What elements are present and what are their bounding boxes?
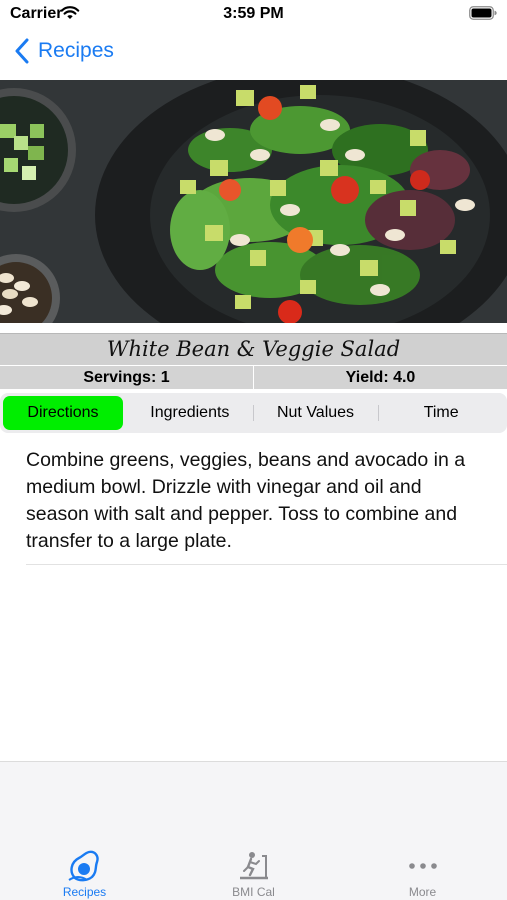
- directions-text: Combine greens, veggies, beans and avoca…: [26, 449, 466, 552]
- servings-label: Servings: 1: [83, 369, 170, 386]
- status-bar: Carrier 3:59 PM: [0, 0, 507, 30]
- divider: [26, 564, 507, 565]
- back-button-label: Recipes: [38, 39, 114, 62]
- tab-bar-label-recipes: Recipes: [62, 885, 107, 899]
- tab-bar-label-bmi-cal: BMI Cal: [232, 885, 275, 899]
- tab-nut-values[interactable]: Nut Values: [252, 396, 379, 430]
- back-button[interactable]: Recipes: [14, 38, 114, 64]
- tab-directions[interactable]: Directions: [3, 396, 123, 430]
- recipe-info-row: Servings: 1 Yield: 4.0: [0, 366, 507, 389]
- yield-label: Yield: 4.0: [253, 366, 507, 389]
- recipe-title: White Bean & Veggie Salad: [106, 337, 401, 361]
- tab-bar-item-more[interactable]: More: [338, 762, 507, 900]
- tab-ingredients[interactable]: Ingredients: [127, 396, 253, 430]
- navigation-bar: Recipes: [0, 30, 507, 80]
- battery-icon: [469, 6, 497, 20]
- recipe-photo: [0, 80, 507, 323]
- recipe-title-bar: White Bean & Veggie Salad: [0, 333, 507, 365]
- tab-bar-item-recipes[interactable]: Recipes: [0, 762, 169, 900]
- treadmill-icon: [239, 852, 268, 880]
- recipe-section-tabs: Directions Ingredients Nut Values Time: [0, 393, 507, 433]
- status-time: 3:59 PM: [223, 5, 284, 22]
- avocado-icon: [67, 850, 99, 882]
- tab-bar-item-bmi-cal[interactable]: BMI Cal: [169, 762, 338, 900]
- tab-bar: Recipes BMI Cal More: [0, 761, 507, 900]
- chevron-left-icon: [15, 38, 29, 64]
- more-dots-icon: [408, 863, 437, 869]
- tab-time[interactable]: Time: [378, 396, 504, 430]
- tab-bar-label-more: More: [408, 885, 437, 899]
